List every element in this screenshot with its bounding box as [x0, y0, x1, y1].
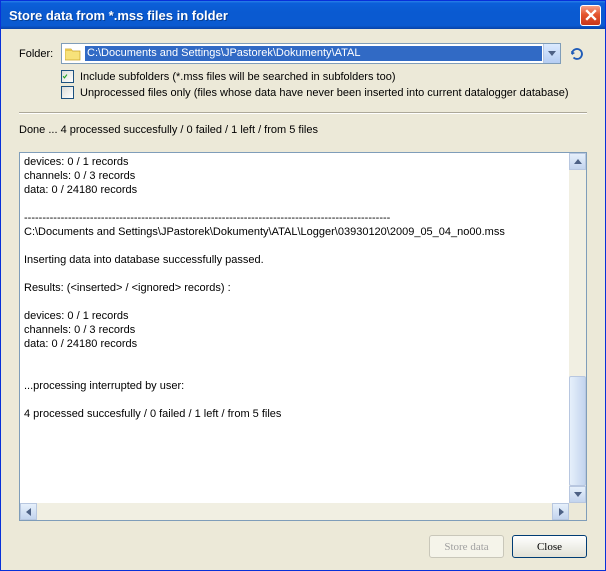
- chevron-down-icon: [574, 492, 582, 498]
- folder-path: C:\Documents and Settings\JPastorek\Doku…: [85, 46, 542, 61]
- unprocessed-only-row: Unprocessed files only (files whose data…: [61, 86, 587, 99]
- hscroll-track[interactable]: [37, 503, 552, 520]
- refresh-icon: [568, 45, 586, 63]
- client-area: Folder: C:\Documents and Settings\JPasto…: [1, 29, 605, 570]
- scroll-up-button[interactable]: [569, 153, 586, 170]
- include-subfolders-checkbox[interactable]: [61, 70, 74, 83]
- button-bar: Store data Close: [19, 535, 587, 558]
- scroll-thumb[interactable]: [569, 376, 586, 486]
- chevron-left-icon: [26, 508, 32, 516]
- window-close-button[interactable]: [580, 5, 601, 26]
- scroll-left-button[interactable]: [20, 503, 37, 520]
- chevron-down-icon: [548, 51, 556, 57]
- folder-dropdown-button[interactable]: [543, 44, 560, 63]
- log-panel: devices: 0 / 1 records channels: 0 / 3 r…: [19, 152, 587, 521]
- log-textarea[interactable]: devices: 0 / 1 records channels: 0 / 3 r…: [20, 153, 569, 503]
- scroll-corner: [569, 503, 586, 520]
- refresh-button[interactable]: [567, 44, 587, 64]
- status-text: Done ... 4 processed succesfully / 0 fai…: [19, 124, 587, 136]
- chevron-right-icon: [558, 508, 564, 516]
- unprocessed-only-checkbox[interactable]: [61, 86, 74, 99]
- chevron-up-icon: [574, 159, 582, 165]
- include-subfolders-label: Include subfolders (*.mss files will be …: [80, 71, 395, 83]
- window-title: Store data from *.mss files in folder: [9, 8, 580, 23]
- folder-icon: [64, 46, 82, 62]
- check-icon: [62, 71, 68, 82]
- close-icon: [585, 9, 597, 21]
- separator: [19, 112, 587, 114]
- include-subfolders-row: Include subfolders (*.mss files will be …: [61, 70, 587, 83]
- close-button[interactable]: Close: [512, 535, 587, 558]
- scroll-down-button[interactable]: [569, 486, 586, 503]
- vertical-scrollbar[interactable]: [569, 153, 586, 503]
- folder-label: Folder:: [19, 48, 55, 60]
- scroll-right-button[interactable]: [552, 503, 569, 520]
- scroll-track[interactable]: [569, 170, 586, 486]
- store-data-button: Store data: [429, 535, 504, 558]
- titlebar[interactable]: Store data from *.mss files in folder: [1, 1, 605, 29]
- horizontal-scrollbar[interactable]: [20, 503, 586, 520]
- folder-row: Folder: C:\Documents and Settings\JPasto…: [19, 43, 587, 64]
- unprocessed-only-label: Unprocessed files only (files whose data…: [80, 87, 569, 99]
- folder-combobox[interactable]: C:\Documents and Settings\JPastorek\Doku…: [61, 43, 561, 64]
- dialog-window: Store data from *.mss files in folder Fo…: [0, 0, 606, 571]
